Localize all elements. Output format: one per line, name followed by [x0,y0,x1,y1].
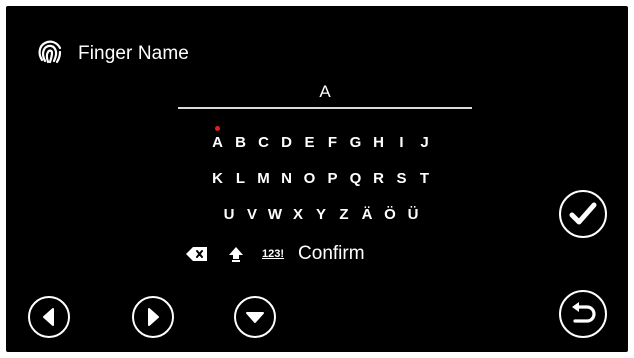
key-m[interactable]: M [253,170,275,187]
symbols-key[interactable]: 123! [262,248,284,260]
arrow-right-icon [148,308,159,326]
key-j[interactable]: J [414,134,436,151]
key-ä[interactable]: Ä [356,206,378,223]
key-o[interactable]: O [299,170,321,187]
arrow-left-icon [43,308,54,326]
keyboard-row-2: KLMNOPQRST [166,170,476,187]
key-w[interactable]: W [264,206,286,223]
right-button[interactable] [132,296,174,338]
shift-arrow-icon [229,247,243,262]
key-u[interactable]: U [218,206,240,223]
key-p[interactable]: P [322,170,344,187]
keyboard-row-3: UVWXYZÄÖÜ [166,206,476,223]
back-button[interactable] [559,290,607,338]
key-l[interactable]: L [230,170,252,187]
key-ü[interactable]: Ü [402,206,424,223]
backspace-key[interactable] [186,247,208,261]
input-value: A [319,82,331,101]
key-r[interactable]: R [368,170,390,187]
key-a[interactable]: A [207,126,229,151]
key-d[interactable]: D [276,134,298,151]
key-i[interactable]: I [391,134,413,151]
key-h[interactable]: H [368,134,390,151]
arrow-down-icon [246,312,264,323]
key-y[interactable]: Y [310,206,332,223]
keyboard-function-row: 123! Confirm [186,240,365,268]
key-z[interactable]: Z [333,206,355,223]
key-s[interactable]: S [391,170,413,187]
keyboard-row-1: ABCDEFGHIJ [166,126,476,151]
down-button[interactable] [234,296,276,338]
key-c[interactable]: C [253,134,275,151]
screen: Finger Name A ABCDEFGHIJ KLMNOPQRST UVWX… [6,6,628,352]
checkmark-icon [569,202,597,225]
key-n[interactable]: N [276,170,298,187]
fingerprint-icon [36,38,64,71]
key-x[interactable]: X [287,206,309,223]
backspace-icon [186,247,207,261]
header: Finger Name [36,34,189,74]
key-v[interactable]: V [241,206,263,223]
shift-key[interactable] [228,246,244,262]
confirm-key[interactable]: Confirm [298,243,365,265]
name-input[interactable]: A [178,82,472,109]
key-f[interactable]: F [322,134,344,151]
key-e[interactable]: E [299,134,321,151]
page-title: Finger Name [78,43,189,64]
key-q[interactable]: Q [345,170,367,187]
key-ö[interactable]: Ö [379,206,401,223]
confirm-button[interactable] [559,190,607,238]
key-g[interactable]: G [345,134,367,151]
left-button[interactable] [28,296,70,338]
key-t[interactable]: T [414,170,436,187]
key-k[interactable]: K [207,170,229,187]
input-underline [178,107,472,109]
key-b[interactable]: B [230,134,252,151]
return-icon [572,302,596,323]
